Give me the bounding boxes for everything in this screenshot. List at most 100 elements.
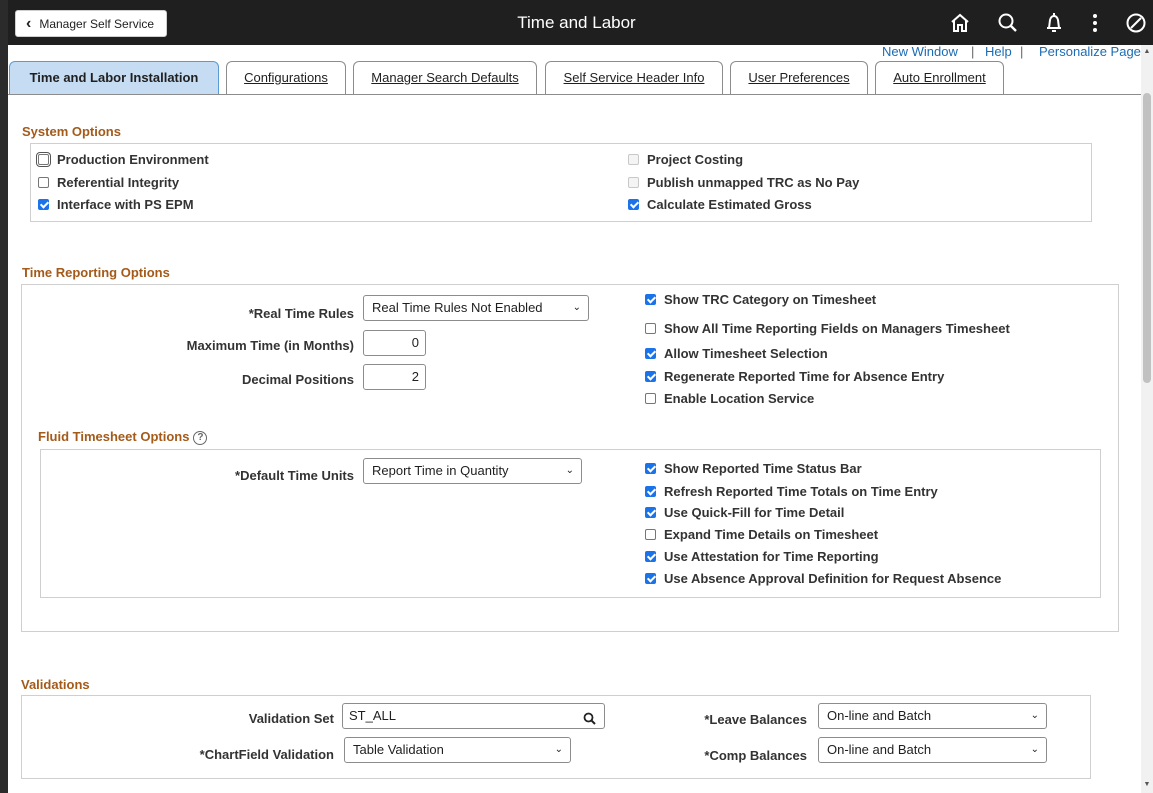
leave-balances-label: *Leave Balances: [704, 712, 807, 727]
checkbox-label: Use Attestation for Time Reporting: [664, 549, 879, 564]
checkbox-checked-icon: [645, 371, 656, 382]
checkbox-label: Allow Timesheet Selection: [664, 346, 828, 361]
tab-underline: [8, 94, 1141, 95]
show-trc-category-checkbox[interactable]: Show TRC Category on Timesheet: [645, 292, 876, 307]
default-time-units-select[interactable]: Report Time in Quantity ⌄: [363, 458, 582, 484]
checkbox-label: Show TRC Category on Timesheet: [664, 292, 877, 307]
use-absence-approval-definition-checkbox[interactable]: Use Absence Approval Definition for Requ…: [645, 571, 1001, 586]
real-time-rules-select[interactable]: Real Time Rules Not Enabled ⌄: [363, 295, 589, 321]
leave-balances-select[interactable]: On-line and Batch ⌄: [818, 703, 1047, 729]
tab-self-service-header-info[interactable]: Self Service Header Info: [545, 61, 723, 94]
link-separator: |: [971, 44, 975, 59]
validations-title: Validations: [21, 677, 90, 692]
select-value: On-line and Batch: [827, 742, 932, 757]
chevron-down-icon: ⌄: [554, 744, 563, 755]
default-time-units-label: *Default Time Units: [235, 468, 354, 483]
real-time-rules-label: *Real Time Rules: [248, 306, 354, 321]
checkbox-label: Use Absence Approval Definition for Requ…: [664, 571, 1002, 586]
show-reported-time-status-bar-checkbox[interactable]: Show Reported Time Status Bar: [645, 461, 862, 476]
chevron-down-icon: ⌄: [565, 465, 574, 476]
checkbox-unchecked-icon: [38, 177, 49, 188]
validation-set-value: ST_ALL: [349, 708, 396, 723]
tab-configurations[interactable]: Configurations: [226, 61, 346, 94]
chevron-down-icon: ⌄: [1030, 710, 1039, 721]
referential-integrity-checkbox[interactable]: Referential Integrity: [38, 175, 179, 190]
checkbox-label: Publish unmapped TRC as No Pay: [647, 175, 860, 190]
fluid-title-text: Fluid Timesheet Options: [38, 429, 190, 444]
publish-unmapped-trc-checkbox[interactable]: Publish unmapped TRC as No Pay: [628, 175, 859, 190]
maximum-time-input[interactable]: 0: [363, 330, 426, 356]
tab-user-preferences[interactable]: User Preferences: [730, 61, 868, 94]
production-environment-checkbox[interactable]: Production Environment: [36, 152, 209, 167]
checkbox-checked-icon: [645, 348, 656, 359]
checkbox-label: Enable Location Service: [664, 391, 815, 406]
checkbox-label: Show Reported Time Status Bar: [664, 461, 862, 476]
checkbox-label: Show All Time Reporting Fields on Manage…: [664, 321, 1010, 336]
decimal-positions-input[interactable]: 2: [363, 364, 426, 390]
checkbox-checked-icon: [645, 573, 656, 584]
more-options-icon[interactable]: [1083, 11, 1107, 35]
allow-timesheet-selection-checkbox[interactable]: Allow Timesheet Selection: [645, 346, 828, 361]
help-icon[interactable]: ?: [193, 431, 208, 445]
checkbox-checked-icon: [645, 463, 656, 474]
chevron-down-icon: ⌄: [572, 302, 581, 313]
scroll-down-arrow[interactable]: ▼: [1143, 781, 1151, 788]
use-quick-fill-checkbox[interactable]: Use Quick-Fill for Time Detail: [645, 505, 844, 520]
home-icon[interactable]: [948, 11, 972, 35]
validation-set-label: Validation Set: [248, 711, 334, 726]
tab-auto-enrollment[interactable]: Auto Enrollment: [875, 61, 1004, 94]
interface-with-ps-epm-checkbox[interactable]: Interface with PS EPM: [38, 197, 194, 212]
scroll-up-arrow[interactable]: ▲: [1143, 48, 1151, 55]
chevron-down-icon: ⌄: [1030, 744, 1039, 755]
select-value: Real Time Rules Not Enabled: [372, 300, 543, 315]
checkbox-label: Referential Integrity: [57, 175, 180, 190]
checkbox-label: Expand Time Details on Timesheet: [664, 527, 879, 542]
checkbox-label: Use Quick-Fill for Time Detail: [664, 505, 845, 520]
validation-set-input[interactable]: ST_ALL: [342, 703, 605, 729]
checkbox-unchecked-icon: [645, 323, 656, 334]
tab-time-and-labor-installation[interactable]: Time and Labor Installation: [9, 61, 219, 94]
calculate-estimated-gross-checkbox[interactable]: Calculate Estimated Gross: [628, 197, 812, 212]
checkbox-label: Refresh Reported Time Totals on Time Ent…: [664, 484, 938, 499]
checkbox-unchecked-icon: [628, 177, 639, 188]
search-icon[interactable]: [996, 11, 1020, 35]
checkbox-label: Project Costing: [647, 152, 744, 167]
tab-manager-search-defaults[interactable]: Manager Search Defaults: [353, 61, 537, 94]
use-attestation-checkbox[interactable]: Use Attestation for Time Reporting: [645, 549, 879, 564]
help-link[interactable]: Help: [985, 44, 1012, 59]
refresh-reported-time-totals-checkbox[interactable]: Refresh Reported Time Totals on Time Ent…: [645, 484, 938, 499]
checkbox-label: Interface with PS EPM: [57, 197, 194, 212]
select-value: Report Time in Quantity: [372, 463, 509, 478]
search-icon[interactable]: [583, 709, 596, 733]
new-window-link[interactable]: New Window: [882, 44, 958, 59]
comp-balances-label: *Comp Balances: [704, 748, 807, 763]
select-value: Table Validation: [353, 742, 444, 757]
project-costing-checkbox[interactable]: Project Costing: [628, 152, 743, 167]
checkbox-checked-icon: [645, 551, 656, 562]
checkbox-label: Calculate Estimated Gross: [647, 197, 812, 212]
checkbox-checked-icon: [645, 294, 656, 305]
system-options-title: System Options: [22, 124, 121, 139]
personalize-page-link[interactable]: Personalize Page: [1039, 44, 1141, 59]
checkbox-checked-icon: [628, 199, 639, 210]
scrollbar-thumb[interactable]: [1143, 93, 1151, 383]
chartfield-validation-select[interactable]: Table Validation ⌄: [344, 737, 571, 763]
expand-time-details-checkbox[interactable]: Expand Time Details on Timesheet: [645, 527, 878, 542]
checkbox-checked-icon: [645, 507, 656, 518]
select-value: On-line and Batch: [827, 708, 932, 723]
enable-location-service-checkbox[interactable]: Enable Location Service: [645, 391, 814, 406]
fluid-timesheet-options-title: Fluid Timesheet Options?: [38, 429, 208, 445]
time-reporting-options-title: Time Reporting Options: [22, 265, 170, 280]
maximum-time-label: Maximum Time (in Months): [186, 338, 354, 353]
checkbox-label: Regenerate Reported Time for Absence Ent…: [664, 369, 945, 384]
comp-balances-select[interactable]: On-line and Batch ⌄: [818, 737, 1047, 763]
decimal-positions-label: Decimal Positions: [242, 372, 354, 387]
regenerate-reported-time-checkbox[interactable]: Regenerate Reported Time for Absence Ent…: [645, 369, 944, 384]
show-all-time-reporting-fields-checkbox[interactable]: Show All Time Reporting Fields on Manage…: [645, 321, 1010, 336]
link-separator: |: [1020, 44, 1024, 59]
navbar-compass-icon[interactable]: [1124, 11, 1148, 35]
page-title: Time and Labor: [517, 13, 636, 32]
checkbox-unchecked-icon: [628, 154, 639, 165]
checkbox-unchecked-icon: [36, 152, 51, 167]
notifications-icon[interactable]: [1042, 11, 1066, 35]
